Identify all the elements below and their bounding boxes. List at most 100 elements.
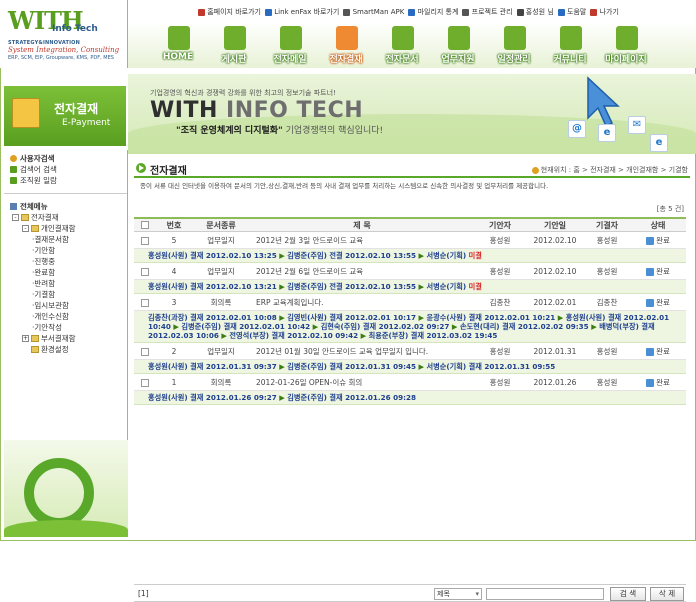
collapse-icon[interactable]: -: [22, 225, 29, 232]
tree-item[interactable]: · 기결함: [10, 289, 121, 300]
search-input[interactable]: [486, 588, 604, 600]
approval-flow-text: 결재: [502, 322, 516, 331]
top-link[interactable]: SmartMan APK: [343, 8, 404, 16]
row-checkbox[interactable]: [141, 236, 149, 245]
menu-item[interactable]: 전자문서: [378, 24, 426, 66]
section-header: 전자결재 E-Payment: [4, 86, 126, 146]
approval-flow-text: 홍성원(사원): [148, 251, 191, 260]
column-header[interactable]: 기안일: [526, 220, 584, 231]
cell-title[interactable]: 2012년 2월 3일 안드로이드 교육: [250, 235, 474, 246]
sidebar-search-item[interactable]: 사용자검색: [10, 153, 121, 164]
top-link[interactable]: 홍성원 님: [516, 7, 554, 17]
tree-item[interactable]: · 완료함: [10, 267, 121, 278]
approval-flow-text: 2012.02.02 09:27: [376, 322, 452, 331]
table-row[interactable]: 3 회의록 ERP 교육계획입니다. 김종찬 2012.02.01 김종찬 완료: [134, 294, 686, 311]
cell-title[interactable]: ERP 교육계획입니다.: [250, 297, 474, 308]
row-checkbox[interactable]: [141, 378, 149, 387]
cell-writer: 홍성원: [489, 377, 511, 387]
leaf-icon[interactable]: [22, 346, 29, 353]
cell-status[interactable]: 완료: [630, 377, 686, 388]
table-row[interactable]: 5 업무일지 2012년 2월 3일 안드로이드 교육 홍성원 2012.02.10 홍성…: [134, 232, 686, 249]
menu-item[interactable]: 전자결재: [322, 24, 370, 66]
logo-products: ERP, SCM, EIP, Groupware, KMS, PDF, MES: [8, 55, 114, 61]
top-link[interactable]: 프로젝트 관리: [462, 7, 513, 17]
table-row[interactable]: 4 업무일지 2012년 2월 6일 안드로이드 교육 홍성원 2012.02.10 홍성…: [134, 263, 686, 280]
cell-status[interactable]: 완료: [630, 346, 686, 357]
approval-flow-text: 전결: [329, 282, 343, 291]
tree-item[interactable]: 환경설정: [10, 344, 121, 355]
sidebar-search-item[interactable]: 조직원 일람: [10, 175, 121, 186]
approval-flow-text: 미결: [468, 282, 482, 291]
cell-status[interactable]: 완료: [630, 235, 686, 246]
cell-status[interactable]: 완료: [630, 297, 686, 308]
cell-writer: 홍성원: [489, 266, 511, 276]
tree-item[interactable]: · 결재문서함: [10, 234, 121, 245]
ie-cube-icon: e: [598, 124, 616, 142]
tree-item-label: 반려함: [34, 279, 56, 288]
column-header[interactable]: 제 목: [250, 220, 474, 231]
tree-item[interactable]: - 개인결재함: [10, 223, 121, 234]
approval-flow-text: 2012.02.01 10:42: [236, 322, 313, 331]
delete-button[interactable]: 삭 제: [650, 587, 684, 601]
menu-item[interactable]: 커뮤니티: [546, 24, 594, 66]
column-header[interactable]: 문서종류: [192, 220, 250, 231]
cell-status[interactable]: 완료: [630, 266, 686, 277]
approval-flow-text: 2012.01.31 09:45: [342, 362, 419, 371]
top-link[interactable]: 나가기: [590, 7, 619, 17]
table-row[interactable]: 1 회의록 2012-01-26일 OPEN-이슈 회의 홍성원 2012.01.26 홍…: [134, 374, 686, 391]
top-link[interactable]: 도움말: [557, 7, 586, 17]
menu-item[interactable]: 게시판: [210, 24, 258, 66]
row-checkbox[interactable]: [141, 298, 149, 307]
tree-item-label: 기안작성: [34, 323, 62, 332]
sidebar-search-label: 검색어 검색: [20, 165, 57, 174]
column-header[interactable]: 번호: [156, 220, 192, 231]
tree-item[interactable]: · 기안작성: [10, 322, 121, 333]
cell-title[interactable]: 2012년 2월 6일 안드로이드 교육: [250, 266, 474, 277]
tree-item[interactable]: · 기안함: [10, 245, 121, 256]
pager[interactable]: [1]: [138, 589, 149, 598]
sidebar-search-item[interactable]: 검색어 검색: [10, 164, 121, 175]
menu-item[interactable]: 업무지원: [434, 24, 482, 66]
tree-item-label: 진행중: [34, 257, 56, 266]
collapse-icon[interactable]: -: [12, 214, 19, 221]
approval-flow-text: 결재: [468, 362, 482, 371]
company-logo[interactable]: WITH Info Tech STRATEGY&INNOVATION Syste…: [4, 4, 124, 62]
tree-item-label: 임시보관함: [34, 301, 69, 310]
eco-e-logo-icon: [24, 458, 94, 528]
menu-item-label: 전자결재: [329, 55, 363, 65]
menu-item-icon: [280, 26, 302, 50]
menu-item[interactable]: 일정관리: [490, 24, 538, 66]
tree-item[interactable]: - 전자결재: [10, 212, 121, 223]
tree-item[interactable]: · 진행중: [10, 256, 121, 267]
approval-flow-text: 결재: [329, 393, 343, 402]
search-field-select[interactable]: 제목: [434, 588, 482, 600]
cell-approver: 홍성원: [596, 377, 618, 387]
tree-item[interactable]: + 부서결재함: [10, 333, 121, 344]
column-header[interactable]: 상태: [630, 220, 686, 231]
menu-item[interactable]: HOME: [154, 24, 202, 66]
approval-flow-text: 결재: [271, 331, 285, 340]
row-checkbox[interactable]: [141, 267, 149, 276]
table-row[interactable]: 2 업무일지 2012년 01월 30일 안드로이드 교육 업무일지 입니다. 홍성원…: [134, 343, 686, 360]
document-status-icon: [646, 298, 655, 307]
expand-icon[interactable]: +: [22, 335, 29, 342]
select-all-checkbox[interactable]: [141, 221, 149, 229]
top-link[interactable]: 마일리지 통계: [408, 7, 458, 17]
menu-item[interactable]: 마이페이지: [602, 24, 650, 66]
column-header[interactable]: 기안자: [474, 220, 526, 231]
tree-item[interactable]: · 개인수신함: [10, 311, 121, 322]
approval-flow-text: 결재: [641, 322, 655, 331]
cell-title[interactable]: 2012년 01월 30일 안드로이드 교육 업무일지 입니다.: [250, 346, 474, 357]
cell-title[interactable]: 2012-01-26일 OPEN-이슈 회의: [250, 377, 474, 388]
cursor-icon: [587, 76, 620, 128]
search-button[interactable]: 검 색: [610, 587, 646, 601]
row-checkbox[interactable]: [141, 347, 149, 356]
top-link[interactable]: Link enFax 바로가기: [264, 7, 339, 17]
menu-item[interactable]: 전자메일: [266, 24, 314, 66]
tree-item[interactable]: · 임시보관함: [10, 300, 121, 311]
doc-cube-icon: ✉: [628, 116, 646, 134]
top-links: 홈페이지 바로가기 Link enFax 바로가기 SmartMan APK 마…: [198, 6, 619, 18]
column-header[interactable]: 기결자: [584, 220, 630, 231]
top-link[interactable]: 홈페이지 바로가기: [198, 7, 261, 17]
tree-item[interactable]: · 반려함: [10, 278, 121, 289]
